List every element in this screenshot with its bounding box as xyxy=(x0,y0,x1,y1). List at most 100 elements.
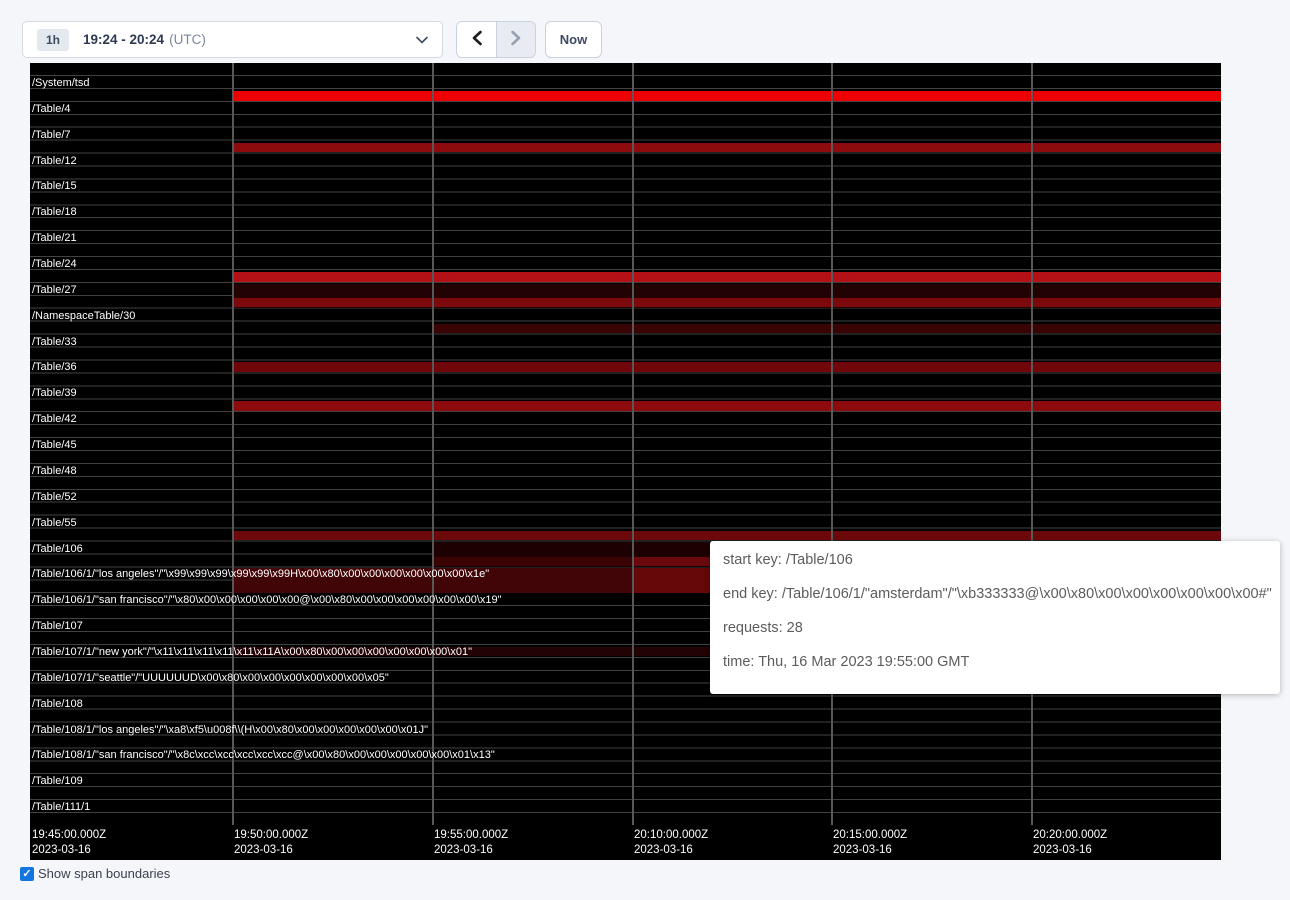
heatmap-row: /Table/24 xyxy=(30,257,1221,283)
time-gridline xyxy=(432,63,434,825)
heatmap-row: /Table/18 xyxy=(30,205,1221,231)
heatmap-row: /Table/52 xyxy=(30,490,1221,516)
x-axis-time: 20:20:00.000Z xyxy=(1033,828,1107,843)
heatmap-row: /Table/55 xyxy=(30,516,1221,542)
span-boundaries-control: ✓ Show span boundaries xyxy=(20,866,170,881)
chevron-down-icon xyxy=(416,31,428,49)
x-axis-date: 2023-03-16 xyxy=(634,843,708,858)
x-axis-tick: 19:55:00.000Z2023-03-16 xyxy=(434,828,508,858)
x-axis-time: 19:55:00.000Z xyxy=(434,828,508,843)
heatmap-rows: /System/tsd/Table/4/Table/7/Table/12/Tab… xyxy=(30,75,1221,825)
tooltip-line: requests: 28 xyxy=(723,611,1280,645)
row-label: /Table/108/1/"los angeles"/"\xa8\xf5\u00… xyxy=(32,724,428,736)
heatmap-row: /Table/21 xyxy=(30,231,1221,257)
time-range-preset-badge: 1h xyxy=(37,29,69,51)
row-label: /Table/7 xyxy=(32,129,71,141)
x-axis-date: 2023-03-16 xyxy=(434,843,508,858)
row-label: /Table/107 xyxy=(32,620,83,632)
heatmap-row: /Table/4 xyxy=(30,102,1221,128)
heatmap-row: /Table/33 xyxy=(30,335,1221,361)
heatmap-row: /Table/108/1/"san francisco"/"\x8c\xcc\x… xyxy=(30,748,1221,774)
row-label: /Table/18 xyxy=(32,206,77,218)
heat-band xyxy=(232,401,1221,411)
row-label: /Table/42 xyxy=(32,413,77,425)
row-label: /Table/55 xyxy=(32,517,77,529)
span-tooltip: start key: /Table/106end key: /Table/106… xyxy=(710,541,1280,694)
heatmap-row: /Table/36 xyxy=(30,360,1221,386)
time-gridline xyxy=(632,63,634,825)
x-axis-tick: 20:20:00.000Z2023-03-16 xyxy=(1033,828,1107,858)
heatmap-row: /Table/12 xyxy=(30,154,1221,180)
row-label: /Table/36 xyxy=(32,361,77,373)
next-time-button[interactable] xyxy=(496,22,535,57)
time-range-label: 19:24 - 20:24 xyxy=(83,32,164,47)
heat-band xyxy=(232,298,1221,308)
time-gridline xyxy=(831,63,833,825)
heatmap-row: /Table/111/1 xyxy=(30,800,1221,826)
heat-band xyxy=(432,557,632,567)
show-span-boundaries-checkbox[interactable]: ✓ xyxy=(20,867,34,881)
heat-band xyxy=(232,362,1221,372)
row-label: /Table/109 xyxy=(32,775,83,787)
heatmap-row: /Table/108/1/"los angeles"/"\xa8\xf5\u00… xyxy=(30,723,1221,749)
now-button[interactable]: Now xyxy=(545,21,602,58)
previous-time-button[interactable] xyxy=(457,22,496,57)
time-range-timezone: (UTC) xyxy=(169,32,206,47)
tooltip-line: start key: /Table/106 xyxy=(723,543,1280,577)
x-axis-time: 19:45:00.000Z xyxy=(32,828,106,843)
heatmap-row: /System/tsd xyxy=(30,76,1221,102)
tooltip-line: end key: /Table/106/1/"amsterdam"/"\xb33… xyxy=(723,577,1280,611)
row-label: /Table/106/1/"san francisco"/"\x80\x00\x… xyxy=(32,594,502,606)
row-label: /Table/24 xyxy=(32,258,77,270)
heatmap-row: /Table/27 xyxy=(30,283,1221,309)
row-label: /Table/4 xyxy=(32,103,71,115)
x-axis-date: 2023-03-16 xyxy=(1033,843,1107,858)
row-label: /Table/27 xyxy=(32,284,77,296)
x-axis-tick: 20:10:00.000Z2023-03-16 xyxy=(634,828,708,858)
row-label: /Table/21 xyxy=(32,232,77,244)
chevron-right-icon xyxy=(510,30,522,49)
row-label: /Table/45 xyxy=(32,439,77,451)
time-gridline xyxy=(232,63,234,825)
heatmap-row: /Table/15 xyxy=(30,179,1221,205)
heatmap-row: /Table/108 xyxy=(30,697,1221,723)
row-label: /NamespaceTable/30 xyxy=(32,310,135,322)
heatmap-row: /Table/48 xyxy=(30,464,1221,490)
heatmap-row: /Table/109 xyxy=(30,774,1221,800)
row-label: /Table/52 xyxy=(32,491,77,503)
chevron-left-icon xyxy=(471,30,483,49)
row-label: /Table/12 xyxy=(32,155,77,167)
time-nav-group xyxy=(456,21,536,58)
row-label: /Table/48 xyxy=(32,465,77,477)
row-label: /Table/108 xyxy=(32,698,83,710)
row-label: /Table/107/1/"seattle"/"UUUUUUD\x00\x80\… xyxy=(32,672,389,684)
heat-band xyxy=(232,531,1221,541)
x-axis-date: 2023-03-16 xyxy=(833,843,907,858)
x-axis-date: 2023-03-16 xyxy=(234,843,308,858)
x-axis-time: 19:50:00.000Z xyxy=(234,828,308,843)
heatmap-row: /Table/42 xyxy=(30,412,1221,438)
x-axis-time: 20:15:00.000Z xyxy=(833,828,907,843)
x-axis-date: 2023-03-16 xyxy=(32,843,106,858)
heat-band xyxy=(232,143,1221,153)
row-label: /Table/39 xyxy=(32,387,77,399)
row-label: /Table/111/1 xyxy=(32,801,90,813)
x-axis-tick: 19:45:00.000Z2023-03-16 xyxy=(32,828,106,858)
x-axis-tick: 20:15:00.000Z2023-03-16 xyxy=(833,828,907,858)
row-label: /Table/106 xyxy=(32,543,83,555)
x-axis-time: 20:10:00.000Z xyxy=(634,828,708,843)
heatmap-row: /Table/7 xyxy=(30,128,1221,154)
heatmap-row: /NamespaceTable/30 xyxy=(30,309,1221,335)
time-gridline xyxy=(1031,63,1033,825)
heatmap-row: /Table/39 xyxy=(30,386,1221,412)
time-range-select[interactable]: 1h 19:24 - 20:24 (UTC) xyxy=(22,21,443,58)
heat-band xyxy=(232,91,1221,101)
row-label: /System/tsd xyxy=(32,77,89,89)
row-label: /Table/107/1/"new york"/"\x11\x11\x11\x1… xyxy=(32,646,472,658)
key-visualizer-canvas[interactable]: /System/tsd/Table/4/Table/7/Table/12/Tab… xyxy=(30,63,1221,860)
heatmap-row: /Table/45 xyxy=(30,438,1221,464)
row-label: /Table/33 xyxy=(32,336,77,348)
heat-band xyxy=(432,324,1221,334)
row-label: /Table/108/1/"san francisco"/"\x8c\xcc\x… xyxy=(32,749,495,761)
show-span-boundaries-label: Show span boundaries xyxy=(38,866,170,881)
